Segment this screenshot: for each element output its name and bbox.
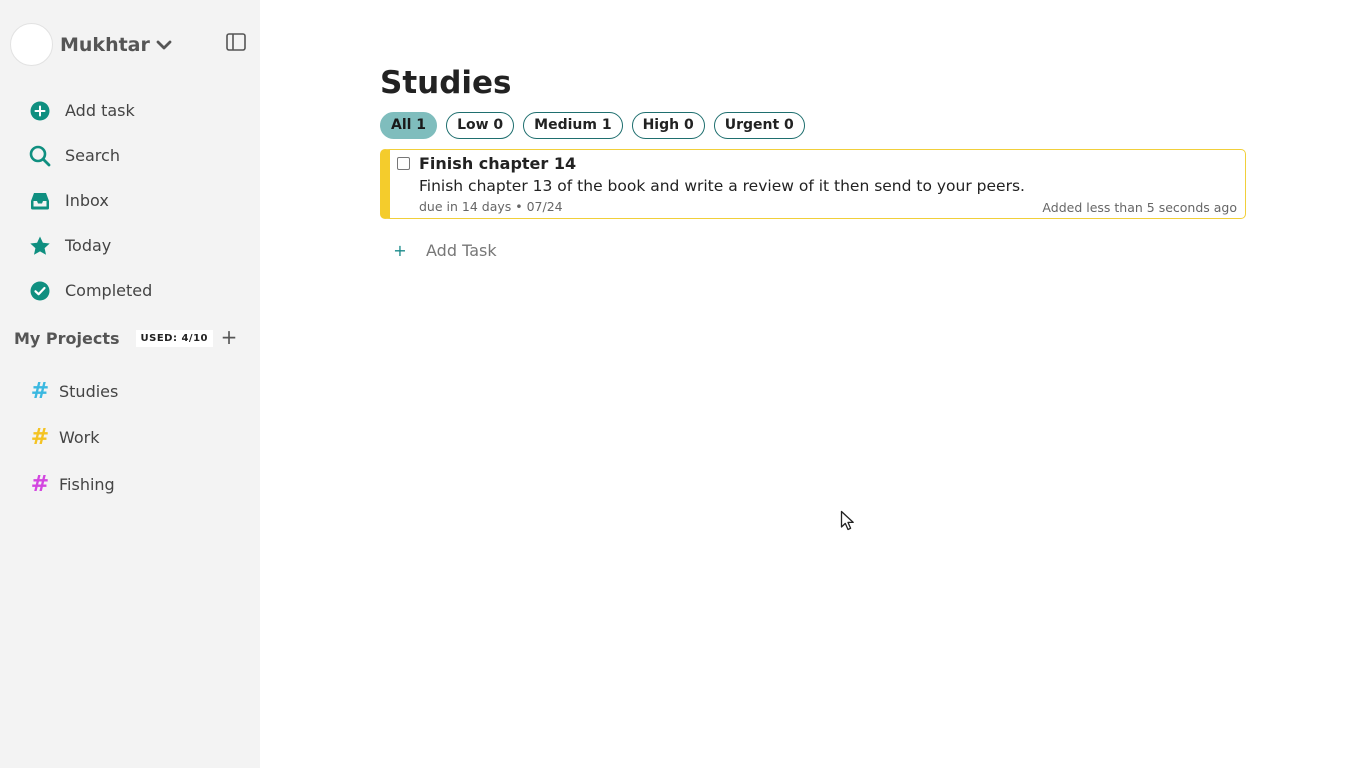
hash-icon: # (30, 378, 50, 404)
add-project-button[interactable]: + (220, 326, 238, 348)
add-task-label: Add Task (426, 240, 497, 260)
filter-high[interactable]: High 0 (631, 112, 705, 139)
project-label: Studies (59, 381, 119, 401)
sidebar: Mukhtar Add task Search Inbox Today Comp… (0, 0, 260, 768)
project-label: Fishing (59, 474, 115, 494)
task-due-date: due in 14 days • 07/24 (419, 199, 563, 214)
inbox-icon (29, 190, 51, 212)
main-content: Studies All 1 Low 0 Medium 1 High 0 Urge… (380, 60, 1250, 260)
task-card[interactable]: Finish chapter 14 Finish chapter 13 of t… (380, 149, 1246, 219)
projects-header: My Projects USED: 4/10 + (14, 326, 250, 349)
star-icon (29, 235, 51, 257)
sidebar-item-inbox[interactable]: Inbox (0, 178, 260, 223)
page-title: Studies (380, 65, 512, 101)
sidebar-item-search[interactable]: Search (0, 133, 260, 178)
projects-list: # Studies # Work # Fishing (0, 368, 260, 508)
search-icon (29, 145, 51, 167)
sidebar-nav: Add task Search Inbox Today Completed (0, 88, 260, 313)
user-name: Mukhtar (60, 33, 150, 56)
task-description: Finish chapter 13 of the book and write … (419, 177, 1025, 195)
projects-title: My Projects (14, 328, 120, 348)
add-task-button[interactable]: + Add Task (380, 238, 497, 262)
sidebar-item-label: Inbox (65, 191, 109, 210)
user-menu[interactable]: Mukhtar (10, 23, 172, 66)
sidebar-item-today[interactable]: Today (0, 223, 260, 268)
avatar (10, 23, 53, 66)
plus-icon: + (393, 240, 407, 260)
projects-used-badge: USED: 4/10 (135, 329, 213, 347)
project-item-studies[interactable]: # Studies (0, 368, 260, 415)
filter-urgent[interactable]: Urgent 0 (713, 112, 805, 139)
filter-all[interactable]: All 1 (380, 112, 438, 139)
hash-icon: # (30, 425, 50, 451)
project-item-fishing[interactable]: # Fishing (0, 461, 260, 508)
sidebar-toggle-icon[interactable] (226, 33, 246, 51)
plus-circle-icon (29, 100, 51, 122)
sidebar-item-label: Add task (65, 101, 135, 120)
mouse-cursor-icon (840, 510, 854, 531)
check-circle-icon (29, 280, 51, 302)
task-checkbox[interactable] (397, 157, 410, 170)
priority-filters: All 1 Low 0 Medium 1 High 0 Urgent 0 (380, 112, 1250, 139)
task-title: Finish chapter 14 (419, 154, 577, 173)
chevron-down-icon (156, 39, 172, 51)
sidebar-item-label: Search (65, 146, 120, 165)
sidebar-item-completed[interactable]: Completed (0, 268, 260, 313)
sidebar-item-label: Today (65, 236, 112, 255)
filter-medium[interactable]: Medium 1 (523, 112, 623, 139)
task-added-time: Added less than 5 seconds ago (1042, 200, 1237, 215)
project-item-work[interactable]: # Work (0, 415, 260, 462)
hash-icon: # (30, 471, 50, 497)
sidebar-item-label: Completed (65, 281, 153, 300)
filter-low[interactable]: Low 0 (446, 112, 515, 139)
project-label: Work (59, 428, 100, 448)
sidebar-item-add-task[interactable]: Add task (0, 88, 260, 133)
